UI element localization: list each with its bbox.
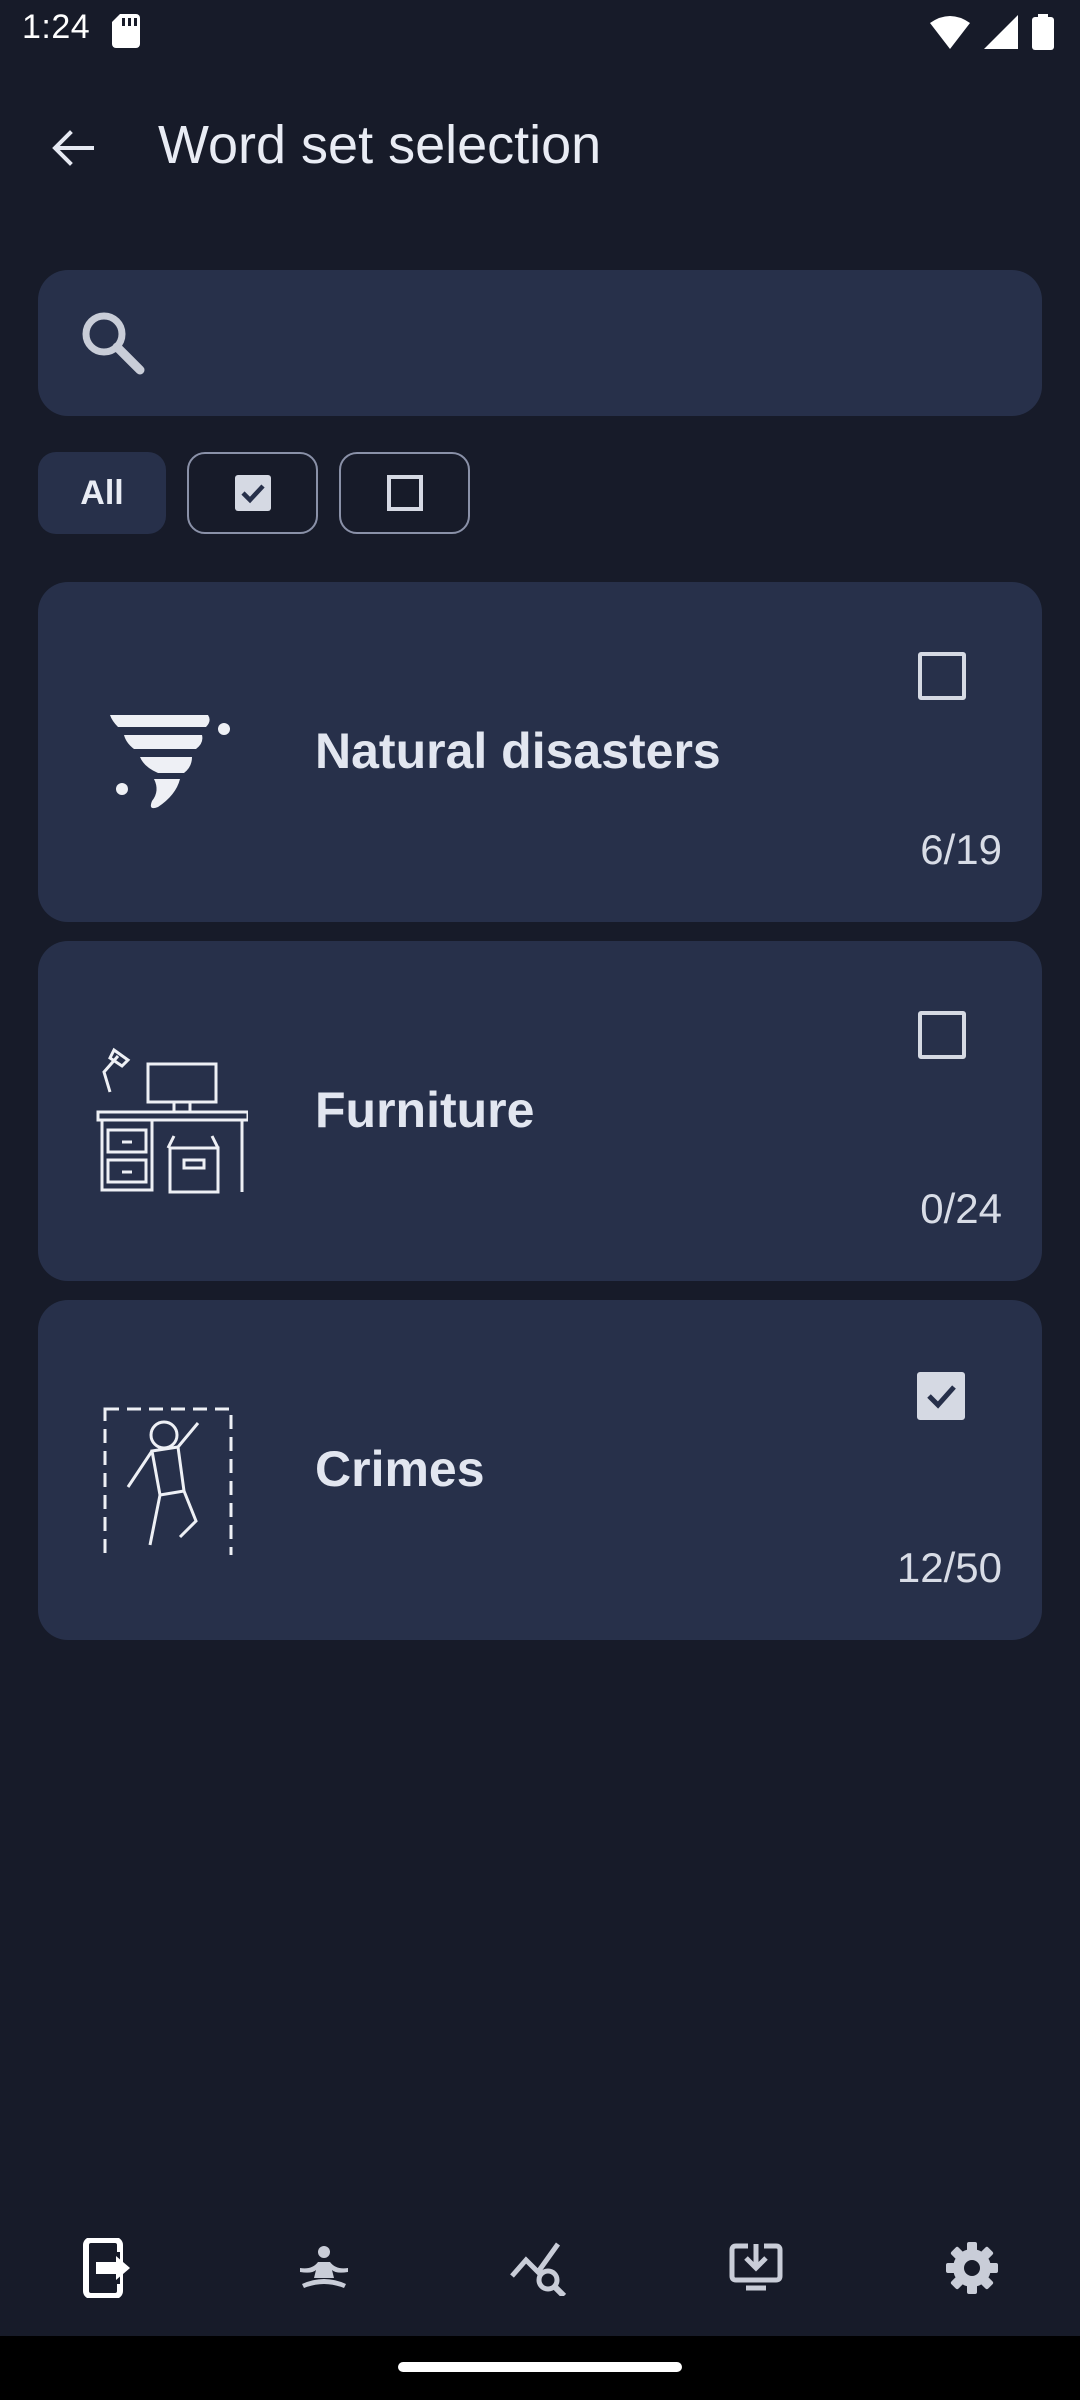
search-input[interactable] bbox=[170, 300, 1014, 388]
nav-download[interactable] bbox=[696, 2218, 816, 2318]
word-sets-icon bbox=[83, 2238, 130, 2298]
search-icon bbox=[78, 308, 146, 381]
word-set-checkbox[interactable] bbox=[918, 652, 966, 700]
check-icon bbox=[927, 1385, 956, 1409]
word-set-checkbox[interactable] bbox=[918, 1011, 966, 1059]
status-icons bbox=[930, 14, 1054, 55]
download-icon bbox=[729, 2243, 783, 2291]
word-set-name: Furniture bbox=[315, 1082, 535, 1138]
wifi-icon bbox=[930, 15, 970, 54]
search-bar[interactable] bbox=[38, 270, 1042, 416]
checked-box-icon bbox=[234, 475, 271, 511]
filter-all-label: All bbox=[80, 473, 124, 512]
word-set-card-crimes[interactable]: Crimes 12/50 bbox=[38, 1300, 1042, 1640]
statistics-icon bbox=[510, 2242, 567, 2296]
filter-selected-chip[interactable] bbox=[187, 452, 318, 534]
status-time: 1:24 bbox=[22, 8, 91, 46]
unchecked-box-icon bbox=[386, 475, 423, 511]
word-set-card-natural-disasters[interactable]: Natural disasters 6/19 bbox=[38, 582, 1042, 922]
word-set-name: Crimes bbox=[315, 1441, 485, 1497]
word-set-card-furniture[interactable]: Furniture 0/24 bbox=[38, 941, 1042, 1281]
desk-icon bbox=[88, 1036, 250, 1196]
word-set-progress-count: 0/24 bbox=[920, 1185, 1002, 1232]
filter-all-chip[interactable]: All bbox=[38, 452, 166, 534]
cellular-signal-icon bbox=[984, 15, 1018, 54]
home-indicator[interactable] bbox=[398, 2362, 682, 2372]
sd-card-icon bbox=[112, 14, 140, 53]
battery-icon bbox=[1032, 14, 1054, 55]
settings-icon bbox=[946, 2242, 998, 2294]
status-bar: 1:24 bbox=[0, 0, 1080, 64]
word-set-progress-count: 6/19 bbox=[920, 826, 1002, 873]
nav-word-sets[interactable] bbox=[48, 2218, 168, 2318]
word-set-progress-count: 12/50 bbox=[896, 1544, 1002, 1591]
nav-practice[interactable] bbox=[264, 2218, 384, 2318]
back-button[interactable] bbox=[36, 112, 108, 184]
word-set-checkbox-checked[interactable] bbox=[917, 1372, 965, 1420]
crime-scene-icon bbox=[88, 1395, 248, 1577]
filter-unselected-chip[interactable] bbox=[339, 452, 470, 534]
page-title: Word set selection bbox=[158, 115, 602, 175]
bottom-navigation bbox=[0, 2200, 1080, 2336]
practice-icon bbox=[300, 2246, 348, 2288]
nav-settings[interactable] bbox=[912, 2218, 1032, 2318]
word-set-name: Natural disasters bbox=[315, 723, 721, 779]
nav-statistics[interactable] bbox=[480, 2218, 600, 2318]
arrow-back-icon bbox=[52, 130, 94, 166]
tornado-icon bbox=[88, 677, 248, 837]
